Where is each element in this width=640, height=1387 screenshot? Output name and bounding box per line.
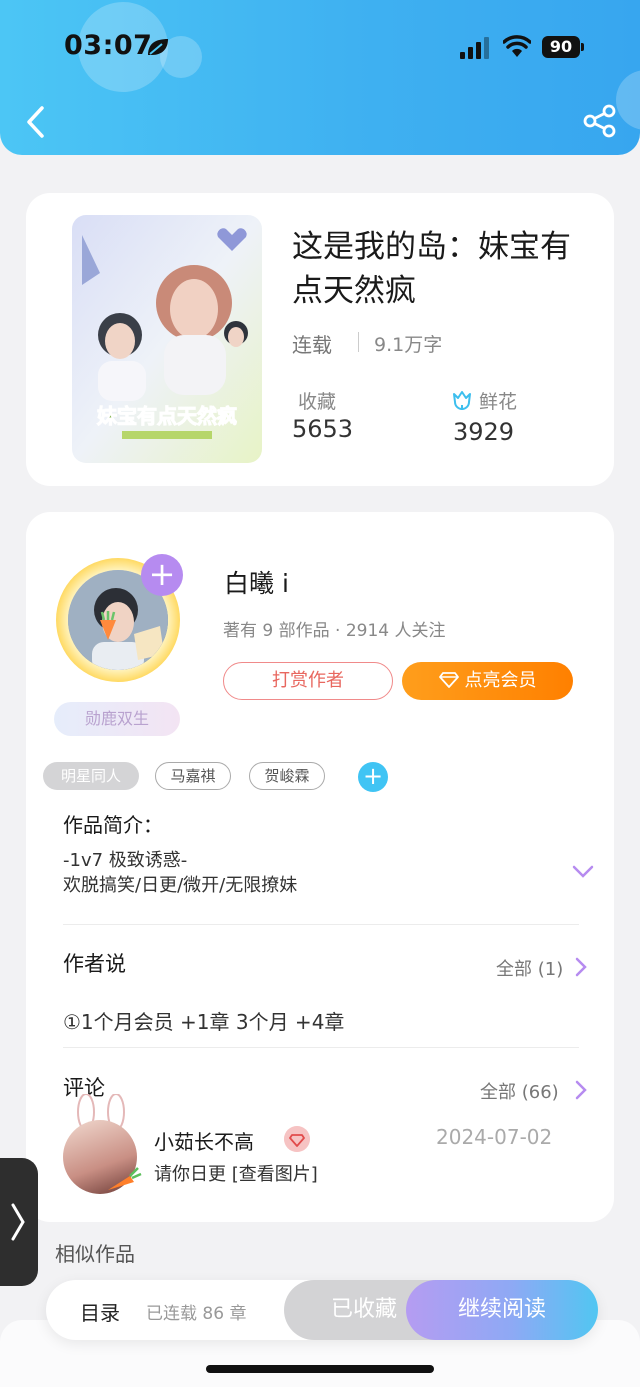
- carrot-decoration-icon: [100, 611, 116, 640]
- similar-works-title: 相似作品: [55, 1242, 135, 1266]
- intro-title: 作品简介：: [63, 813, 163, 837]
- add-tag-button[interactable]: +: [358, 762, 388, 792]
- author-says-all-link[interactable]: 全部 (1): [496, 955, 563, 981]
- author-badge: 勋鹿双生: [54, 702, 180, 736]
- back-icon[interactable]: [22, 102, 50, 142]
- book-word-count: 9.1万字: [374, 334, 443, 356]
- chevron-right-icon: [11, 1203, 25, 1241]
- flowers-label: 鲜花: [479, 391, 518, 413]
- carrot-decoration-icon: [108, 1167, 142, 1190]
- leaf-icon: [148, 39, 168, 55]
- book-cover[interactable]: 妹宝有点天然疯: [72, 215, 262, 463]
- comment-text[interactable]: 请你日更 [查看图片]: [154, 1160, 318, 1186]
- status-time: 03:07: [64, 30, 153, 61]
- tulip-icon: [453, 391, 471, 410]
- chapter-count: 已连载 86 章: [146, 1304, 247, 1324]
- home-indicator: [206, 1365, 434, 1373]
- section-divider: [63, 1047, 579, 1048]
- tip-author-button[interactable]: 打赏作者: [223, 662, 393, 700]
- follow-author-button[interactable]: +: [141, 554, 183, 596]
- activate-vip-button[interactable]: 点亮会员: [402, 662, 573, 700]
- author-name[interactable]: 白曦 i: [224, 564, 289, 600]
- decor-bubble: [616, 70, 640, 130]
- battery-indicator: 90: [542, 36, 584, 58]
- author-meta: 著有 9 部作品 · 2914 人关注: [223, 621, 446, 641]
- intro-line: 欢脱搞笑/日更/微开/无限撩妹: [63, 875, 298, 896]
- bottom-action-bar: 目录 已连载 86 章 已收藏 继续阅读: [46, 1280, 598, 1340]
- cover-title-text: 妹宝有点天然疯: [96, 404, 237, 428]
- section-divider: [63, 924, 579, 925]
- favorites-count: 5653: [292, 415, 354, 443]
- details-card: + 勋鹿双生 白曦 i 著有 9 部作品 · 2914 人关注 打赏作者 点亮会…: [26, 512, 614, 1222]
- tag-item[interactable]: 贺峻霖: [249, 762, 325, 790]
- side-drawer-handle[interactable]: [0, 1158, 38, 1286]
- intro-line: -1v7 极致诱惑-: [63, 850, 188, 871]
- vip-button-label: 点亮会员: [464, 670, 537, 691]
- comment-date: 2024-07-02: [436, 1125, 553, 1149]
- chevron-right-icon[interactable]: [574, 1079, 588, 1101]
- continue-reading-button[interactable]: 继续阅读: [406, 1280, 598, 1340]
- category-tag[interactable]: 明星同人: [43, 762, 139, 790]
- vip-diamond-badge-icon: [284, 1126, 310, 1152]
- chevron-right-icon[interactable]: [574, 956, 588, 978]
- top-header: 03:07 90: [0, 0, 640, 155]
- share-icon[interactable]: [582, 104, 618, 138]
- book-title: 这是我的岛：妹宝有点天然疯: [292, 229, 571, 309]
- author-says-title: 作者说: [63, 952, 126, 976]
- favorites-label: 收藏: [298, 391, 337, 413]
- battery-level: 90: [542, 36, 580, 58]
- commenter-name[interactable]: 小茹长不高: [154, 1126, 254, 1155]
- status-divider: [358, 332, 359, 352]
- battery-nub: [581, 43, 584, 51]
- book-status: 连载: [292, 333, 332, 357]
- chevron-down-icon[interactable]: [572, 864, 594, 880]
- flowers-count: 3929: [453, 418, 515, 446]
- tag-item[interactable]: 马嘉祺: [155, 762, 231, 790]
- wifi-icon: [503, 35, 531, 57]
- diamond-icon: [438, 672, 459, 688]
- author-says-text: ①1个月会员 +1章 3个月 +4章: [63, 1010, 345, 1034]
- comments-all-link[interactable]: 全部 (66): [480, 1078, 559, 1104]
- cellular-signal-icon: [460, 37, 489, 59]
- book-info-card: 妹宝有点天然疯 这是我的岛：妹宝有点天然疯 连载 9.1万字 收藏 5653 鲜…: [26, 193, 614, 486]
- table-of-contents-button[interactable]: 目录: [80, 1297, 120, 1326]
